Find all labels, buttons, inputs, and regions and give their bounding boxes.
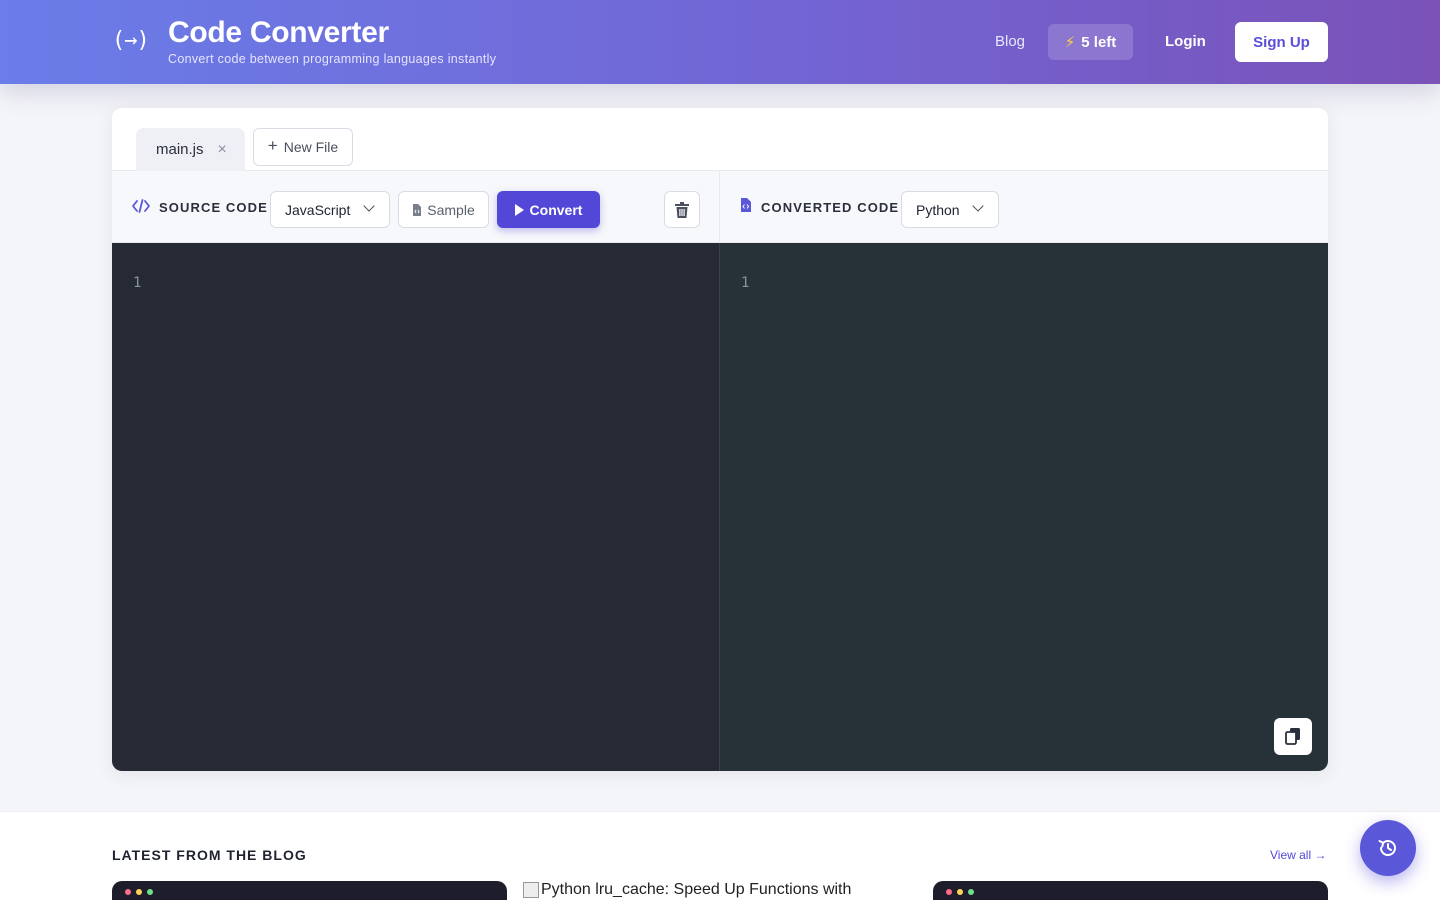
broken-image-icon	[523, 882, 539, 898]
blog-card-image-alt: Python lru_cache: Speed Up Functions wit…	[541, 881, 852, 898]
code-brackets-icon	[132, 199, 150, 213]
sample-label: Sample	[427, 201, 475, 218]
converted-code-editor[interactable]: 1	[720, 243, 1328, 771]
window-dots-icon	[125, 889, 153, 895]
source-language-select[interactable]: JavaScript	[270, 191, 390, 228]
copy-output-button[interactable]	[1274, 718, 1312, 755]
play-icon	[514, 203, 524, 216]
brand-title[interactable]: Code Converter	[168, 16, 389, 50]
copy-icon	[1285, 728, 1300, 745]
target-language-select[interactable]: Python	[901, 191, 999, 228]
sample-button[interactable]: Sample	[398, 191, 489, 228]
close-tab-icon[interactable]: ×	[218, 141, 227, 159]
source-code-label: SOURCE CODE	[159, 200, 268, 215]
login-button[interactable]: Login	[1165, 33, 1206, 50]
blog-card[interactable]	[112, 881, 507, 900]
blog-card[interactable]	[933, 881, 1328, 900]
converter-card: main.js × + New File SOURCE CODE JavaScr…	[112, 108, 1328, 771]
source-language-value: JavaScript	[285, 201, 351, 218]
plus-icon: +	[267, 136, 278, 155]
file-code-icon	[741, 198, 751, 212]
chevron-down-icon	[972, 200, 984, 212]
file-tab-label: main.js	[156, 141, 204, 158]
history-button[interactable]	[1360, 820, 1416, 876]
blog-section-title: LATEST FROM THE BLOG	[112, 847, 307, 863]
new-file-button[interactable]: + New File	[253, 128, 353, 166]
trash-icon	[675, 201, 689, 218]
blog-card-image: Python lru_cache: Speed Up Functions wit…	[523, 881, 918, 899]
credits-label: 5 left	[1081, 33, 1117, 51]
nav-blog-link[interactable]: Blog	[995, 33, 1025, 50]
history-icon	[1378, 840, 1396, 856]
file-tabs-bar: main.js × + New File	[112, 108, 1328, 171]
target-language-value: Python	[916, 201, 960, 218]
top-header: (→) Code Converter Convert code between …	[0, 0, 1440, 84]
source-code-editor[interactable]: 1	[112, 243, 720, 771]
blog-card[interactable]: Python lru_cache: Speed Up Functions wit…	[523, 881, 918, 900]
lightning-icon: ⚡	[1064, 34, 1076, 51]
converted-code-label: CONVERTED CODE	[761, 200, 900, 215]
convert-label: Convert	[529, 201, 583, 218]
clear-source-button[interactable]	[664, 191, 700, 228]
new-file-label: New File	[283, 139, 339, 155]
source-toolbar: SOURCE CODE JavaScript Sample Convert	[112, 171, 720, 243]
code-converter-logo-icon[interactable]: (→)	[112, 26, 152, 56]
blog-section: LATEST FROM THE BLOG View all → Python l…	[0, 811, 1440, 900]
file-tab-main-js[interactable]: main.js ×	[136, 128, 245, 171]
chevron-down-icon	[363, 200, 375, 212]
line-number: 1	[741, 275, 750, 291]
convert-button[interactable]: Convert	[497, 191, 600, 228]
credits-remaining-badge[interactable]: ⚡ 5 left	[1048, 24, 1133, 60]
signup-button[interactable]: Sign Up	[1235, 22, 1328, 62]
file-code-icon	[413, 203, 422, 216]
view-all-link[interactable]: View all →	[1270, 848, 1326, 862]
line-number: 1	[133, 275, 142, 291]
target-toolbar: CONVERTED CODE Python	[720, 171, 1328, 243]
brand-subtitle: Convert code between programming languag…	[168, 52, 497, 66]
window-dots-icon	[946, 889, 974, 895]
